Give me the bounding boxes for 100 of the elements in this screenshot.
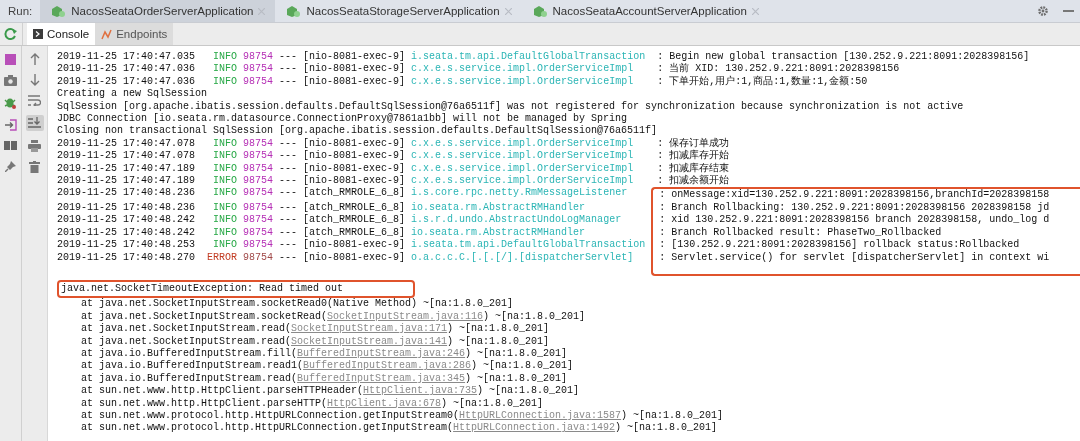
thread-name: [nio-8081-exec-9]: [303, 251, 406, 265]
terminal-icon: [33, 29, 43, 39]
logger-name: c.x.e.s.service.impl.OrderServiceImpl: [411, 75, 635, 89]
log-separator: ---: [279, 137, 298, 151]
log-timestamp: 2019-11-25 17:40:48.242: [57, 214, 196, 227]
source-link[interactable]: HttpURLConnection.java:1587: [459, 409, 622, 421]
console-tab[interactable]: Endpoints: [95, 23, 174, 45]
log-level: INFO: [212, 162, 238, 176]
logger-name: c.x.e.s.service.impl.OrderServiceImpl: [411, 162, 635, 175]
soft-wrap-icon[interactable]: [28, 95, 41, 106]
source-link[interactable]: SocketInputStream.java:116: [327, 310, 484, 322]
logger-name: c.x.e.s.service.impl.OrderServiceImpl: [411, 137, 635, 150]
thread-name: [nio-8081-exec-9]: [303, 175, 406, 187]
thread-name: [nio-8081-exec-9]: [303, 150, 406, 163]
log-level: INFO: [212, 226, 238, 240]
log-timestamp: 2019-11-25 17:40:47.189: [57, 162, 196, 176]
thread-name: [nio-8081-exec-9]: [303, 75, 406, 89]
log-separator: ---: [279, 239, 298, 252]
rerun-icon[interactable]: [4, 27, 18, 41]
log-level: ERROR: [207, 251, 238, 265]
log-separator: ---: [279, 162, 298, 176]
log-timestamp: 2019-11-25 17:40:47.078: [57, 150, 196, 163]
source-link[interactable]: SocketInputStream.java:171: [291, 323, 448, 335]
logger-name: c.x.e.s.service.impl.OrderServiceImpl: [411, 175, 635, 187]
log-message: : 扣减库存开始: [657, 150, 731, 162]
log-timestamp: 2019-11-25 17:40:48.270: [57, 251, 196, 265]
thread-name: [nio-8081-exec-9]: [303, 51, 406, 63]
process-id: 98754: [243, 239, 274, 252]
login-icon[interactable]: [4, 119, 17, 131]
log-message: : 扣减余额开始: [657, 175, 731, 188]
source-link[interactable]: HttpClient.java:678: [327, 397, 442, 409]
log-line: JDBC Connection [io.seata.rm.datasource.ConnectionProxy@7861a1bb] will not be managed by Spring: [57, 113, 628, 125]
process-id: 98754: [243, 51, 274, 64]
logger-name: i.seata.tm.api.DefaultGlobalTransaction: [411, 239, 647, 252]
log-message: : Servlet.service() for servlet [dispatcherServlet] in context wi: [651, 251, 1080, 276]
log-level: INFO: [212, 187, 238, 201]
thread-name: [nio-8081-exec-9]: [303, 239, 406, 252]
log-message: : 下单开始,用户:1,商品:1,数量:1,金额:50: [657, 75, 869, 89]
log-message: : Branch Rollbacked result: PhaseTwo_Rollbacked: [651, 226, 1080, 240]
app-icon: [285, 4, 302, 18]
log-message: : onMessage:xid=130.252.9.221:8091:2028398156,branchId=2028398158: [651, 187, 1080, 202]
source-link[interactable]: HttpURLConnection.java:1492: [453, 422, 616, 434]
print-icon[interactable]: [28, 140, 41, 152]
log-level: INFO: [212, 137, 238, 151]
process-id: 98754: [243, 150, 274, 163]
source-link[interactable]: BufferedInputStream.java:246: [297, 347, 466, 359]
logger-name: io.seata.rm.AbstractRMHandler: [411, 226, 587, 239]
log-level: INFO: [212, 239, 238, 252]
scroll-to-end-button[interactable]: [25, 115, 44, 131]
source-link[interactable]: SocketInputStream.java:141: [291, 335, 448, 347]
thread-name: [atch_RMROLE_6_8]: [303, 214, 406, 227]
log-level: INFO: [212, 175, 238, 188]
run-tab[interactable]: NacosSeataAccountServerApplication: [521, 0, 769, 22]
app-icon: [531, 4, 548, 18]
stack-trace-line: at java.io.BufferedInputStream.read1(BufferedInputStream.java:286) ~[na:1.8.0_201]: [81, 360, 574, 373]
thread-name: [atch_RMROLE_6_8]: [303, 187, 406, 201]
log-level: INFO: [212, 51, 238, 64]
logger-name: i.seata.tm.api.DefaultGlobalTransaction: [411, 51, 647, 63]
thread-name: [atch_RMROLE_6_8]: [303, 226, 406, 239]
source-link[interactable]: BufferedInputStream.java:345: [297, 372, 466, 384]
process-id: 98754: [243, 63, 274, 76]
logger-name: io.seata.rm.AbstractRMHandler: [411, 201, 587, 214]
exception-message: java.net.SocketTimeoutException: Read timed out: [57, 279, 416, 299]
thread-name: [nio-8081-exec-9]: [303, 162, 406, 175]
stack-trace-line: at java.net.SocketInputStream.socketRead0(Native Method) ~[na:1.8.0_201]: [81, 298, 514, 311]
stack-trace-line: at sun.net.www.http.HttpClient.parseHTTPHeader(HttpClient.java:735) ~[na:1.8.0_201]: [81, 385, 580, 398]
console-tab[interactable]: Console: [27, 23, 96, 45]
layout-icon[interactable]: [4, 141, 17, 150]
log-separator: ---: [279, 226, 298, 240]
camera-icon[interactable]: [4, 75, 17, 86]
up-arrow-icon[interactable]: [29, 53, 40, 65]
process-id: 98754: [243, 137, 274, 151]
stack-trace-line: at sun.net.www.http.HttpClient.parseHTTP(HttpClient.java:678) ~[na:1.8.0_201]: [81, 397, 544, 410]
logger-name: c.x.e.s.service.impl.OrderServiceImpl: [411, 63, 635, 76]
log-level: INFO: [212, 201, 238, 215]
stack-trace-line: at sun.net.www.protocol.http.HttpURLConnection.getInputStream0(HttpURLConnection.java:1587) ~[na:1.8.0_201]: [81, 409, 724, 422]
log-timestamp: 2019-11-25 17:40:47.035: [57, 51, 196, 64]
logger-name: o.a.c.c.C.[.[.[/].[dispatcherServlet]: [411, 251, 635, 265]
down-arrow-icon[interactable]: [29, 74, 40, 86]
process-id: 98754: [243, 251, 274, 265]
pin-icon[interactable]: [4, 160, 17, 172]
log-timestamp: 2019-11-25 17:40:47.036: [57, 63, 196, 76]
run-tab[interactable]: NacosSeataOrderServerApplication: [40, 0, 276, 22]
process-id: 98754: [243, 75, 274, 89]
source-link[interactable]: BufferedInputStream.java:286: [303, 360, 472, 372]
run-tab[interactable]: NacosSeataStorageServerApplication: [275, 0, 522, 22]
log-timestamp: 2019-11-25 17:40:48.242: [57, 226, 196, 240]
log-separator: ---: [279, 51, 298, 64]
log-separator: ---: [279, 201, 298, 215]
log-timestamp: 2019-11-25 17:40:48.253: [57, 239, 196, 252]
process-id: 98754: [243, 226, 274, 240]
bug-icon[interactable]: [4, 96, 17, 109]
thread-name: [nio-8081-exec-9]: [303, 137, 406, 150]
log-separator: ---: [279, 214, 298, 227]
source-link[interactable]: HttpClient.java:735: [363, 385, 478, 397]
log-message: : [130.252.9.221:8091:2028398156] rollback status:Rollbacked: [651, 239, 1080, 252]
settings-icon[interactable]: [1037, 5, 1049, 17]
run-label: Run:: [7, 5, 34, 17]
log-separator: ---: [279, 251, 298, 265]
trash-icon[interactable]: [29, 161, 40, 173]
